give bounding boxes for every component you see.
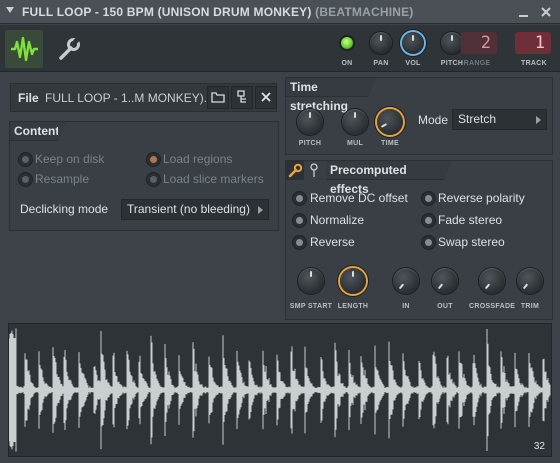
length-knob[interactable] [340,268,366,294]
folder-icon [211,92,225,103]
clear-file-button[interactable] [255,86,277,109]
fade-stereo-radio[interactable] [422,214,435,227]
reverse-radio[interactable] [293,236,306,249]
resample-radio[interactable] [19,173,32,186]
reverse-polarity-label: Reverse polarity [438,191,525,205]
load-regions-label: Load regions [163,152,233,166]
crossfade-knob[interactable] [479,268,505,294]
file-name[interactable]: FULL LOOP - 1..M MONKEY).wav [45,91,211,105]
reverse-polarity-radio[interactable] [422,192,435,205]
file-label: File [18,91,39,105]
toolbar: ON PAN VOL PITCH 2 RANGE 1 TRACK [0,25,560,72]
close-icon[interactable] [538,4,554,20]
waveform-view-button[interactable] [5,30,43,68]
length-label: LENGTH [337,303,369,310]
waveform-marker-label: 32 [533,441,545,452]
track-display[interactable]: 1 [515,32,551,54]
in-label: IN [402,303,410,310]
smp-start-label: SMP START [289,303,333,310]
remove-dc-offset-radio[interactable] [293,192,306,205]
waveform-display[interactable]: 32 [8,323,552,457]
stretch-pitch-knob[interactable] [297,109,323,135]
out-label: OUT [437,303,453,310]
content-header: Content [10,122,66,141]
hierarchy-icon [237,90,246,103]
precomputed-effects-panel: Precomputed effects Remove DC offset Rev… [285,160,553,320]
on-label: ON [341,60,353,67]
trim-label: TRIM [520,303,540,310]
pitch-knob[interactable] [441,32,463,54]
settings-wrench-button[interactable] [49,30,87,68]
waveform-icon [11,36,38,62]
normalize-label: Normalize [310,213,365,227]
wrench-icon [288,163,303,178]
content-panel: Content Keep on disk Load regions Resamp… [9,121,279,231]
in-knob[interactable] [393,268,419,294]
fade-stereo-label: Fade stereo [438,213,503,227]
precomputed-wrench-button[interactable] [286,161,304,180]
pan-knob[interactable] [370,32,392,54]
reverse-label: Reverse [310,235,355,249]
waveform-graphic [8,328,551,452]
keep-on-disk-label: Keep on disk [35,152,105,166]
wrench-icon [59,36,81,60]
time-stretching-panel: Time stretching PITCH MUL TIME Mode Stre… [285,77,553,155]
remove-dc-offset-label: Remove DC offset [310,191,408,205]
load-regions-radio[interactable] [147,153,160,166]
window-menu-icon[interactable] [6,7,14,13]
vol-label: VOL [405,60,421,67]
locate-file-button[interactable] [231,86,253,109]
file-row: File FULL LOOP - 1..M MONKEY).wav [10,83,277,112]
declicking-mode-label: Declicking mode [20,202,109,216]
resample-label: Resample [35,172,90,186]
normalize-radio[interactable] [293,214,306,227]
pan-label: PAN [373,60,389,67]
load-slice-markers-label: Load slice markers [163,172,264,186]
swap-stereo-radio[interactable] [422,236,435,249]
volume-knob[interactable] [402,32,424,54]
range-display[interactable]: 2 [461,32,497,54]
crossfade-label: CROSSFADE [469,303,516,310]
trim-knob[interactable] [517,268,543,294]
out-knob[interactable] [432,268,458,294]
stretch-mul-knob[interactable] [342,109,368,135]
track-label: TRACK [521,60,547,67]
keep-on-disk-radio[interactable] [19,153,32,166]
stretch-time-label: TIME [381,140,399,147]
waveform-path [8,328,551,452]
stretch-mode-select[interactable]: Stretch [452,109,547,130]
minimize-icon[interactable] [516,4,532,20]
precomputed-effects-header: Precomputed effects [326,161,452,196]
stretch-time-knob[interactable] [377,109,403,135]
open-file-button[interactable] [207,86,229,109]
time-stretching-header: Time stretching [286,78,376,113]
declicking-mode-select[interactable]: Transient (no bleeding) [121,199,269,220]
mode-label: Mode [418,113,449,127]
stretch-pitch-label: PITCH [298,140,322,147]
close-icon [261,92,271,102]
title-bar: FULL LOOP - 150 BPM (UNISON DRUM MONKEY)… [0,0,560,24]
stretch-mul-label: MUL [346,140,364,147]
swap-stereo-label: Swap stereo [438,235,505,249]
chevron-right-icon [258,206,263,214]
smp-start-knob[interactable] [298,268,324,294]
load-slice-markers-radio[interactable] [147,173,160,186]
range-label: RANGE [463,60,491,67]
pin-icon[interactable] [308,163,320,178]
window-title: FULL LOOP - 150 BPM (UNISON DRUM MONKEY)… [22,5,414,19]
chevron-right-icon [536,116,541,124]
on-led-button[interactable] [341,37,353,49]
